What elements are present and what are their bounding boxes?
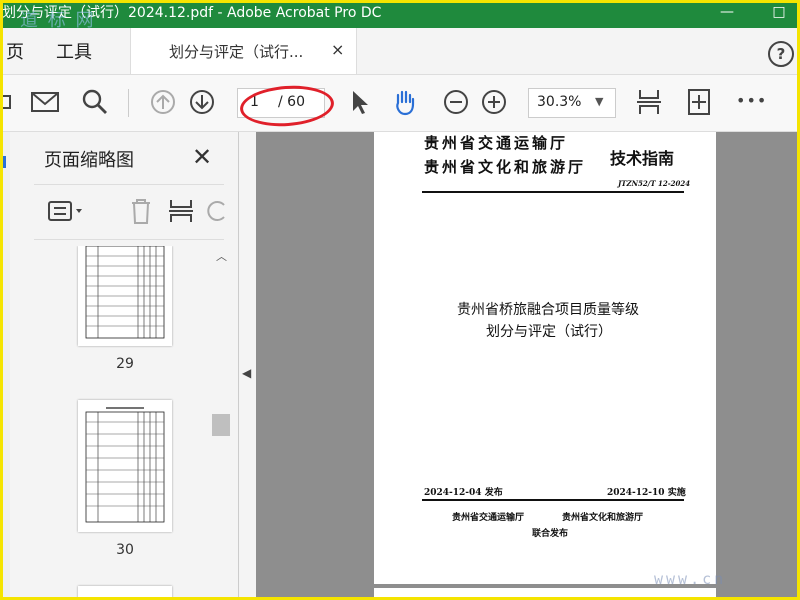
thumbnail-page-number: 30: [116, 542, 134, 558]
panel-close-button[interactable]: ✕: [192, 143, 212, 171]
panel-collapse-handle[interactable]: ◀: [240, 132, 256, 600]
maximize-button[interactable]: □: [764, 0, 794, 26]
corner-watermark: www.cn: [654, 570, 727, 588]
full-screen-icon[interactable]: [684, 87, 714, 117]
menu-tools[interactable]: 工具: [56, 38, 92, 64]
issuer-line-2: 贵州省文化和旅游厅: [424, 158, 587, 176]
panel-title: 页面缩略图: [44, 150, 134, 171]
zoom-value: 30.3%: [537, 94, 582, 110]
zoom-in-icon[interactable]: [479, 87, 509, 117]
thumbnail-page-next[interactable]: [78, 586, 172, 600]
help-button[interactable]: ?: [768, 41, 794, 67]
previous-page-icon[interactable]: [148, 87, 178, 117]
menu-home[interactable]: 页: [6, 38, 24, 64]
footer-issuer-1: 贵州省交通运输厅: [452, 513, 525, 523]
scroll-up-icon[interactable]: ︿: [216, 248, 227, 264]
title-bar: 划分与评定（试行）2024.12.pdf - Adobe Acrobat Pro…: [0, 0, 800, 28]
panel-toolbar: [34, 184, 225, 240]
tab-label: 划分与评定（试行...: [169, 43, 304, 61]
document-tab[interactable]: 划分与评定（试行... ×: [130, 28, 357, 74]
publish-date: 2024-12-04 发布: [424, 488, 503, 498]
fit-page-icon[interactable]: [634, 87, 664, 117]
print-icon[interactable]: [0, 87, 22, 117]
implement-date: 2024-12-10 实施: [607, 488, 686, 498]
pdf-next-page: [374, 588, 716, 600]
thumbnail-page-30[interactable]: [78, 400, 172, 532]
tab-close-button[interactable]: ×: [331, 40, 344, 59]
pdf-page: 贵州省交通运输厅 贵州省文化和旅游厅 技术指南 JTZN52/T 12-2024…: [374, 132, 716, 584]
thumbnail-list: 29 30: [10, 246, 210, 600]
navigation-strip: [0, 132, 10, 600]
toolbar: 1 / 60 30.3% ▼ •••: [0, 75, 800, 132]
site-watermark: 道 标 网: [20, 10, 96, 31]
next-page-icon[interactable]: [187, 87, 217, 117]
menu-bar: 页 工具: [0, 28, 800, 75]
select-cursor-icon[interactable]: [344, 87, 374, 117]
thumbnail-page-number: 29: [116, 356, 134, 372]
email-icon[interactable]: [30, 87, 60, 117]
delete-page-icon[interactable]: [128, 197, 154, 225]
more-tools-button[interactable]: •••: [736, 91, 767, 110]
document-type: 技术指南: [610, 149, 675, 168]
minimize-button[interactable]: —: [712, 0, 742, 26]
document-title-line-2: 划分与评定（试行）: [486, 324, 612, 340]
options-menu-icon[interactable]: [48, 199, 88, 225]
joint-issue-label: 联合发布: [532, 529, 569, 539]
header-rule: [422, 191, 684, 193]
document-title-line-1: 贵州省桥旅融合项目质量等级: [457, 302, 639, 318]
issuer-line-1: 贵州省交通运输厅: [424, 134, 569, 152]
thumbnail-scrollbar-thumb[interactable]: [212, 414, 230, 436]
rotate-page-icon[interactable]: [206, 197, 228, 225]
thumbnails-nav-icon[interactable]: [0, 156, 6, 168]
document-code: JTZN52/T 12-2024: [618, 179, 691, 188]
thumbnail-table-preview: [85, 246, 165, 339]
zoom-out-icon[interactable]: [441, 87, 471, 117]
insert-page-icon[interactable]: [168, 197, 194, 225]
collapse-left-icon[interactable]: ◀: [242, 366, 251, 380]
footer-issuer-2: 贵州省文化和旅游厅: [562, 513, 644, 523]
zoom-select[interactable]: 30.3% ▼: [528, 88, 616, 118]
footer-rule: [422, 499, 684, 501]
thumbnail-table-preview: [85, 407, 165, 523]
thumbnail-page-29[interactable]: [78, 246, 172, 346]
search-icon[interactable]: [80, 87, 110, 117]
toolbar-separator: [128, 89, 129, 117]
chevron-down-icon: ▼: [595, 95, 604, 108]
hand-tool-icon[interactable]: [390, 87, 420, 117]
